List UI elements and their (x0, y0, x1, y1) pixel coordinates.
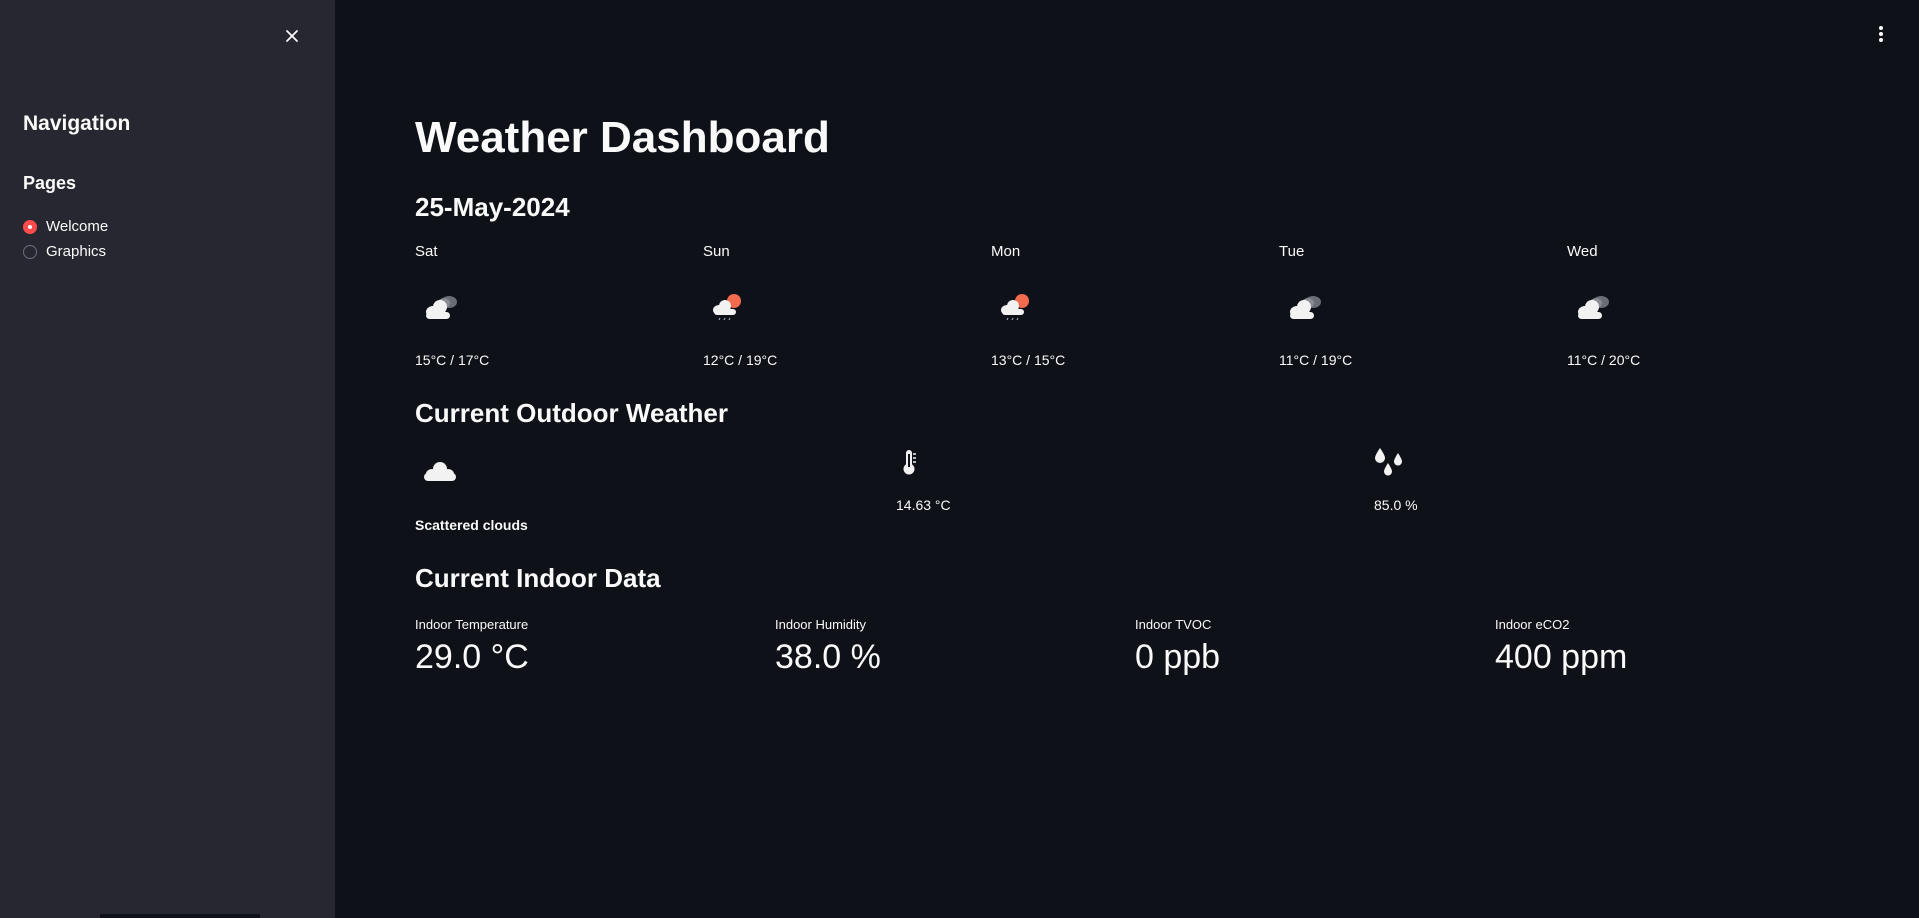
sidebar-title: Navigation (23, 112, 131, 135)
outdoor-humidity: 85.0 % (1374, 497, 1418, 513)
broken-clouds-icon (1578, 296, 1609, 319)
outdoor-condition: Scattered clouds (415, 517, 528, 533)
page-title: Weather Dashboard (415, 113, 830, 162)
forecast-temp-sat: 15°C / 17°C (415, 352, 490, 368)
forecast-day-tue: Tue (1279, 243, 1305, 260)
metric-value-humidity: 38.0 % (775, 638, 881, 676)
humidity-drops-icon (1375, 448, 1402, 476)
date-heading: 25-May-2024 (415, 192, 570, 222)
metric-value-temperature: 29.0 °C (415, 638, 529, 676)
metric-value-eco2: 400 ppm (1495, 638, 1628, 676)
forecast-temp-sun: 12°C / 19°C (703, 352, 778, 368)
metric-label-temperature: Indoor Temperature (415, 617, 529, 632)
broken-clouds-icon (1290, 296, 1321, 319)
sidebar-resize-handle[interactable] (100, 914, 260, 918)
close-icon (286, 30, 298, 42)
forecast-temp-tue: 11°C / 19°C (1279, 352, 1353, 368)
broken-clouds-icon (426, 296, 457, 319)
rain-sun-cloud-icon (713, 294, 741, 321)
rain-sun-cloud-icon (1001, 294, 1029, 321)
metric-label-tvoc: Indoor TVOC (1135, 617, 1212, 632)
pages-heading: Pages (23, 173, 77, 193)
radio-label-graphics: Graphics (46, 243, 107, 260)
radio-button[interactable] (23, 244, 37, 259)
forecast-temp-mon: 13°C / 15°C (991, 352, 1066, 368)
sidebar: Navigation Pages Welcome Graphics (0, 0, 335, 918)
close-sidebar-button[interactable] (280, 24, 304, 48)
outdoor-temperature: 14.63 °C (896, 497, 951, 513)
forecast-day-sat: Sat (415, 243, 438, 260)
metric-label-humidity: Indoor Humidity (775, 617, 867, 632)
radio-option-graphics[interactable]: Graphics (23, 243, 106, 260)
radio-option-welcome[interactable]: Welcome (23, 218, 108, 235)
metric-label-eco2: Indoor eCO2 (1495, 617, 1570, 632)
cloud-icon (424, 462, 456, 481)
radio-label-welcome: Welcome (46, 218, 109, 235)
forecast-temp-wed: 11°C / 20°C (1567, 352, 1641, 368)
forecast-day-mon: Mon (991, 243, 1021, 260)
main-menu-button[interactable] (1870, 22, 1892, 46)
metric-value-tvoc: 0 ppb (1135, 638, 1221, 676)
outdoor-heading: Current Outdoor Weather (415, 398, 728, 428)
forecast-day-wed: Wed (1567, 243, 1598, 260)
thermometer-icon (903, 450, 916, 475)
kebab-menu-icon (1879, 26, 1883, 42)
radio-button-selected[interactable] (23, 219, 37, 234)
indoor-heading: Current Indoor Data (415, 563, 661, 593)
forecast-day-sun: Sun (703, 243, 730, 260)
